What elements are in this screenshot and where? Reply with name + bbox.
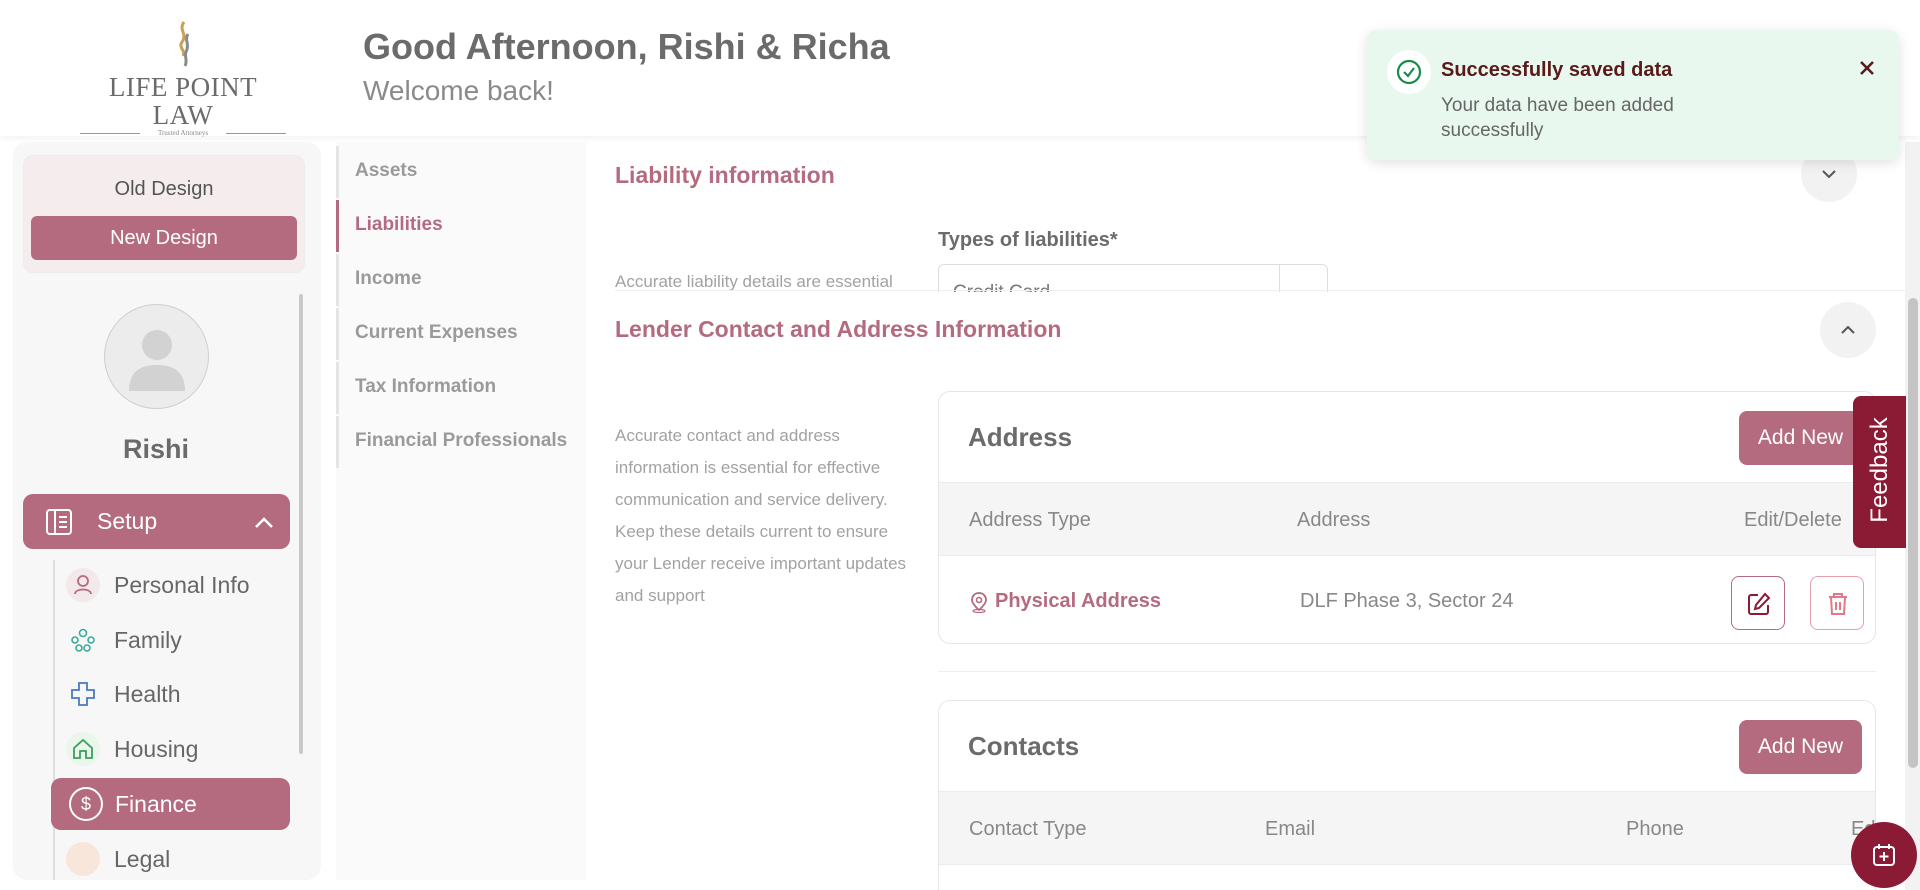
health-cross-icon (66, 677, 100, 711)
menu-guide-line (53, 560, 55, 880)
subnav-label: Financial Professionals (355, 430, 568, 451)
family-icon (66, 623, 100, 657)
sidebar-item-label: Finance (115, 791, 197, 817)
column-header: Email (1265, 818, 1316, 840)
types-of-liabilities-select[interactable]: Credit Card (938, 264, 1328, 292)
dollar-icon: $ (69, 787, 103, 821)
lender-description: Accurate contact and address information… (615, 426, 907, 605)
address-card-title: Address (968, 422, 1073, 452)
page-scrollbar[interactable] (1905, 142, 1920, 890)
feedback-label: Feedback (1866, 417, 1893, 523)
lender-section-title: Lender Contact and Address Information (615, 316, 1062, 342)
avatar[interactable] (104, 304, 209, 409)
logo[interactable]: LIFE POINT LAW Trusted Attorneys (78, 20, 288, 137)
column-header: Edit/Delete (1744, 509, 1842, 531)
liability-section-title: Liability information (615, 162, 835, 188)
sidebar-item-label: Family (114, 627, 182, 653)
delete-address-button[interactable] (1810, 576, 1864, 630)
column-header: Contact Type (969, 818, 1087, 840)
toast-title: Successfully saved data (1441, 59, 1673, 81)
subnav-income[interactable]: Income (336, 254, 586, 306)
chevron-up-icon (255, 517, 273, 528)
house-icon (66, 732, 100, 766)
section-divider (615, 290, 1905, 291)
logo-text: LIFE POINT LAW (108, 72, 258, 130)
page-greeting: Good Afternoon, Rishi & Richa (363, 26, 890, 67)
flame-logo-icon (179, 21, 190, 67)
table-row: Physical Address DLF Phase 3, Sector 24 (939, 556, 1875, 643)
contacts-card: Contacts Add New Contact Type Email Phon… (938, 700, 1876, 890)
old-design-button[interactable]: Old Design (24, 178, 304, 201)
sidebar: Old Design New Design Rishi Setup Person… (13, 142, 321, 880)
setup-label: Setup (97, 508, 158, 534)
chevron-down-icon (1822, 170, 1836, 179)
column-header: Address Type (969, 509, 1091, 531)
legal-icon (66, 842, 100, 876)
address-type-cell: Physical Address (969, 590, 1161, 613)
sidebar-item-label: Health (114, 681, 181, 707)
types-of-liabilities-label: Types of liabilities* (938, 229, 1118, 251)
add-contact-button[interactable]: Add New (1739, 720, 1862, 774)
sidebar-item-finance[interactable]: $ Finance (51, 778, 290, 830)
finance-subnav: Assets Liabilities Income Current Expens… (336, 142, 586, 880)
design-toggle: Old Design New Design (23, 155, 305, 273)
sidebar-item-family[interactable]: Family (66, 617, 290, 661)
setup-list-icon (46, 509, 72, 535)
subnav-assets[interactable]: Assets (336, 146, 586, 198)
column-header: Phone (1626, 818, 1684, 840)
address-table-header: Address Type Address Edit/Delete (939, 482, 1875, 556)
subnav-label: Tax Information (355, 376, 497, 397)
sidebar-item-legal[interactable]: Legal (66, 836, 290, 880)
feedback-tab[interactable]: Feedback (1853, 396, 1906, 548)
success-toast: Successfully saved data Your data have b… (1367, 30, 1899, 160)
sidebar-item-label: Housing (114, 736, 199, 762)
sidebar-item-housing[interactable]: Housing (66, 726, 290, 770)
select-divider (1279, 265, 1280, 292)
svg-text:$: $ (81, 794, 91, 814)
trash-icon (1829, 593, 1847, 615)
user-name: Rishi (122, 434, 189, 464)
user-avatar-icon (129, 330, 185, 391)
calendar-plus-icon (1873, 844, 1895, 866)
setup-button[interactable]: Setup (23, 494, 290, 549)
toast-message: Your data have been added successfully (1441, 95, 1674, 141)
column-header: Address (1297, 509, 1371, 531)
sidebar-item-label: Personal Info (114, 572, 250, 598)
subnav-label: Liabilities (355, 214, 443, 235)
close-icon[interactable] (1857, 58, 1877, 78)
address-card: Address Add New Address Type Address Edi… (938, 391, 1876, 644)
subnav-label: Assets (355, 160, 418, 181)
success-check-icon (1387, 50, 1431, 94)
main-content: Liability information Types of liabiliti… (586, 142, 1906, 890)
calendar-add-button[interactable] (1851, 822, 1917, 888)
sidebar-item-personal-info[interactable]: Personal Info (66, 562, 290, 606)
new-design-button[interactable]: New Design (31, 216, 297, 260)
subnav-label: Current Expenses (355, 322, 518, 343)
card-divider (938, 671, 1876, 672)
subnav-current-expenses[interactable]: Current Expenses (336, 308, 586, 360)
subnav-financial-professionals[interactable]: Financial Professionals (336, 416, 586, 468)
subnav-liabilities[interactable]: Liabilities (336, 200, 586, 252)
lender-collapse-button[interactable] (1820, 302, 1876, 358)
sidebar-scrollbar[interactable] (299, 294, 303, 754)
logo-tagline: Trusted Attorneys (78, 129, 288, 137)
subnav-label: Income (355, 268, 422, 289)
scrollbar-thumb[interactable] (1908, 298, 1918, 768)
welcome-text: Welcome back! (363, 75, 554, 106)
add-address-button[interactable]: Add New (1739, 411, 1862, 465)
address-type-label: Physical Address (995, 590, 1162, 612)
contacts-table-header: Contact Type Email Phone Ed (939, 791, 1875, 865)
sidebar-item-health[interactable]: Health (66, 671, 290, 715)
edit-address-button[interactable] (1731, 576, 1785, 630)
edit-icon (1748, 592, 1771, 615)
person-icon (66, 568, 100, 602)
sidebar-item-label: Legal (114, 846, 171, 872)
liability-description: Accurate liability details are essential (615, 272, 893, 291)
chevron-up-icon (1841, 325, 1855, 334)
address-value-cell: DLF Phase 3, Sector 24 (1300, 590, 1514, 612)
subnav-tax-information[interactable]: Tax Information (336, 362, 586, 414)
location-pin-icon (971, 591, 987, 613)
contacts-card-title: Contacts (968, 731, 1080, 761)
